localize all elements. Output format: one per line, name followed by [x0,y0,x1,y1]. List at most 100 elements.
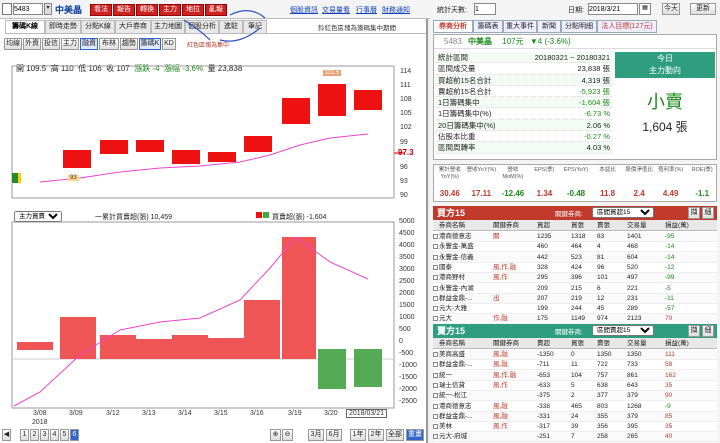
table-row[interactable]: 港商德意志 風,融 -338 465 803 1268 -9 [433,401,717,412]
rtab-target[interactable]: 法人目標(127元) [597,20,657,33]
rtab-news[interactable]: 新聞 [537,20,561,33]
zoom-out-icon[interactable]: ⊖ [282,429,293,441]
refresh-button[interactable]: 更新 [690,3,716,15]
redraw-button[interactable]: 重畫 [406,429,424,441]
stat-value: -1,604 張 [579,98,610,108]
rtab-events[interactable]: 重大事件 [503,20,537,33]
price-axis-3: 105 [400,110,412,117]
table-row[interactable]: 美林 風,作 -317 39 356 395 35 [433,422,717,433]
row-cell: 96 [597,263,605,271]
stat-key: 區間周轉率 [438,143,476,153]
nav-first-icon[interactable]: ◀ [2,429,11,441]
col-header: 關鍵券商 [493,222,519,229]
row-checkbox[interactable] [433,382,438,388]
today-button[interactable]: 今天 [662,3,680,15]
zoom-5[interactable]: 5 [60,429,69,441]
table-row[interactable]: 群益金鼎-... 出 207 219 12 231 -11 [433,293,717,304]
row-checkbox[interactable] [433,295,438,301]
row-cell: 35 [665,381,673,389]
buy-btn-detail[interactable]: 細 [702,207,714,219]
period-1y[interactable]: 1年 [350,429,366,441]
zoom-6[interactable]: 6 [70,429,79,441]
row-checkbox[interactable] [433,352,438,357]
lower-indicator-select[interactable]: 主力買賣超 [14,211,62,222]
row-checkbox[interactable] [433,434,438,440]
range-input[interactable] [474,3,496,15]
table-row[interactable]: 群益金鼎-... 風,融 -711 11 722 733 58 [433,360,717,371]
period-2y[interactable]: 2年 [368,429,384,441]
today-title: 今日 [657,54,673,63]
row-cell: 元大 [439,315,452,323]
row-checkbox[interactable] [433,234,438,239]
quote-price: 107元 [502,37,524,46]
marker-low: 93 [68,175,79,181]
date-input[interactable] [588,3,638,15]
calendar-icon[interactable]: ▦ [639,3,651,15]
row-cell: 207 [537,294,548,302]
row-cell: 風,作,融 [493,371,517,379]
fund-header: 殖利率(%) [658,167,684,173]
row-cell: 39 [571,423,579,431]
sell-btn-detail[interactable]: 細 [702,325,714,337]
period-3m[interactable]: 3月 [308,429,324,441]
buy-btn-capture[interactable]: 擷 [688,207,700,219]
row-checkbox[interactable] [433,275,438,281]
net-axis-1: 4500 [399,230,415,237]
table-row[interactable]: 元大-大雅 199 244 45 289 -57 [433,304,717,315]
row-checkbox[interactable] [433,403,438,409]
row-cell: 395 [627,423,638,431]
zoom-3[interactable]: 3 [40,429,49,441]
table-row[interactable]: 美商高盛 風,融 -1350 0 1350 1350 111 [433,350,717,360]
price-axis-1: 111 [400,82,411,89]
table-row[interactable]: 元大 作,融 175 1149 974 2123 70 [433,314,717,323]
table-row[interactable]: 群益金鼎-... 風,融 -331 24 355 379 85 [433,411,717,422]
row-checkbox[interactable] [433,424,438,430]
rtab-broker[interactable]: 券商分析 [433,20,473,33]
sell-btn-capture[interactable]: 擷 [688,325,700,337]
row-checkbox[interactable] [433,316,438,322]
row-checkbox[interactable] [433,362,438,368]
table-row[interactable]: 瑞士信貸 風,作 -633 5 638 643 35 [433,380,717,391]
row-cell: 風,作 [493,274,508,282]
row-cell: 377 [597,392,608,400]
table-row[interactable]: 元大-府城 -251 7 258 265 40 [433,432,717,443]
table-row[interactable]: 國泰 風,作,融 328 424 96 520 -12 [433,262,717,273]
table-row[interactable]: 港商德意志 關 1235 1318 83 1401 -95 [433,232,717,242]
table-row[interactable]: 統一-松江 -375 2 377 379 90 [433,391,717,402]
table-row[interactable]: 永豐金-信義 442 523 81 604 -14 [433,252,717,263]
row-checkbox[interactable] [433,254,438,260]
legend-swatch-red [256,212,262,218]
row-cell: 35 [665,423,673,431]
row-checkbox[interactable] [433,413,438,419]
net-axis-6: 2000 [399,290,415,297]
rtab-branch[interactable]: 分點明細 [561,20,597,33]
period-6m[interactable]: 6月 [326,429,342,441]
table-row[interactable]: 永豐金-內湖 209 215 6 221 -5 [433,283,717,294]
row-checkbox[interactable] [433,306,438,312]
row-checkbox[interactable] [433,285,438,291]
rtab-chip-table[interactable]: 籌碼表 [473,20,503,33]
row-cell: 379 [627,392,638,400]
table-row[interactable]: 統一 風,作,融 -653 104 757 861 162 [433,370,717,381]
candle-316 [244,136,272,152]
period-all[interactable]: 全部 [386,429,404,441]
zoom-1[interactable]: 1 [20,429,29,441]
zoom-2[interactable]: 2 [30,429,39,441]
row-checkbox[interactable] [433,393,438,399]
row-cell: 861 [627,371,638,379]
buy-select[interactable]: 區間買超15 [592,207,654,218]
table-row[interactable]: 永豐金-萬盛 460 464 4 468 -14 [433,242,717,253]
row-cell: 永豐金-內湖 [439,284,474,292]
row-checkbox[interactable] [433,244,438,250]
row-cell: 元大-大雅 [439,305,468,313]
sell-select[interactable]: 區間賣超15 [592,325,654,336]
fund-header: EPS(YoY) [563,167,589,173]
fund-value: -0.48 [566,189,586,198]
row-cell: -331 [537,412,551,420]
row-cell: 90 [665,392,673,400]
row-checkbox[interactable] [433,264,438,270]
row-checkbox[interactable] [433,372,438,378]
table-row[interactable]: 港商野村 風,作 295 396 101 497 -99 [433,273,717,284]
zoom-4[interactable]: 4 [50,429,59,441]
zoom-in-icon[interactable]: ⊕ [270,429,281,441]
